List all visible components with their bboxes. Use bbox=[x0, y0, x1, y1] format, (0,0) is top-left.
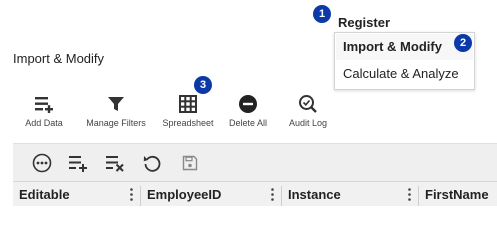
table-header-row: Editable EmployeeID Instance FirstName bbox=[13, 181, 497, 206]
manage-filters-button[interactable]: Manage Filters bbox=[79, 93, 153, 131]
column-menu-icon[interactable] bbox=[271, 188, 274, 201]
column-header-editable[interactable]: Editable bbox=[13, 182, 140, 206]
spreadsheet-label: Spreadsheet bbox=[162, 118, 214, 128]
column-header-employeeid[interactable]: EmployeeID bbox=[141, 182, 281, 206]
more-icon[interactable] bbox=[31, 152, 53, 174]
column-menu-icon[interactable] bbox=[130, 188, 133, 201]
column-menu-icon[interactable] bbox=[408, 188, 411, 201]
add-row-icon[interactable] bbox=[67, 152, 89, 174]
audit-log-label: Audit Log bbox=[288, 118, 328, 128]
delete-all-button[interactable]: Delete All bbox=[223, 93, 273, 131]
callout-badge-2: 2 bbox=[454, 34, 472, 52]
callout-badge-3: 3 bbox=[194, 76, 212, 94]
menu-register[interactable]: Register bbox=[338, 15, 390, 30]
column-header-label: Instance bbox=[288, 187, 341, 202]
spreadsheet-button[interactable]: Spreadsheet bbox=[157, 93, 219, 131]
search-check-icon bbox=[297, 93, 319, 115]
manage-filters-label: Manage Filters bbox=[86, 118, 146, 128]
grid-icon bbox=[177, 93, 199, 115]
column-header-firstname[interactable]: FirstName bbox=[419, 182, 497, 206]
minus-circle-icon bbox=[237, 93, 259, 115]
delete-all-label: Delete All bbox=[228, 118, 268, 128]
filter-icon bbox=[105, 93, 127, 115]
page-title: Import & Modify bbox=[13, 51, 105, 66]
save-icon[interactable] bbox=[179, 152, 201, 174]
column-header-instance[interactable]: Instance bbox=[282, 182, 418, 206]
add-list-icon bbox=[33, 93, 55, 115]
grid-toolbar bbox=[13, 143, 497, 182]
column-header-label: EmployeeID bbox=[147, 187, 222, 202]
undo-icon[interactable] bbox=[141, 152, 163, 174]
delete-row-icon[interactable] bbox=[104, 152, 126, 174]
callout-badge-1: 1 bbox=[313, 5, 331, 23]
add-data-label: Add Data bbox=[25, 118, 63, 128]
menu-item-calculate-analyze[interactable]: Calculate & Analyze bbox=[336, 61, 473, 87]
audit-log-button[interactable]: Audit Log bbox=[283, 93, 333, 131]
menu-item-import-modify[interactable]: Import & Modify bbox=[336, 34, 473, 60]
column-header-label: FirstName bbox=[425, 187, 489, 202]
column-header-label: Editable bbox=[19, 187, 70, 202]
add-data-button[interactable]: Add Data bbox=[20, 93, 68, 131]
